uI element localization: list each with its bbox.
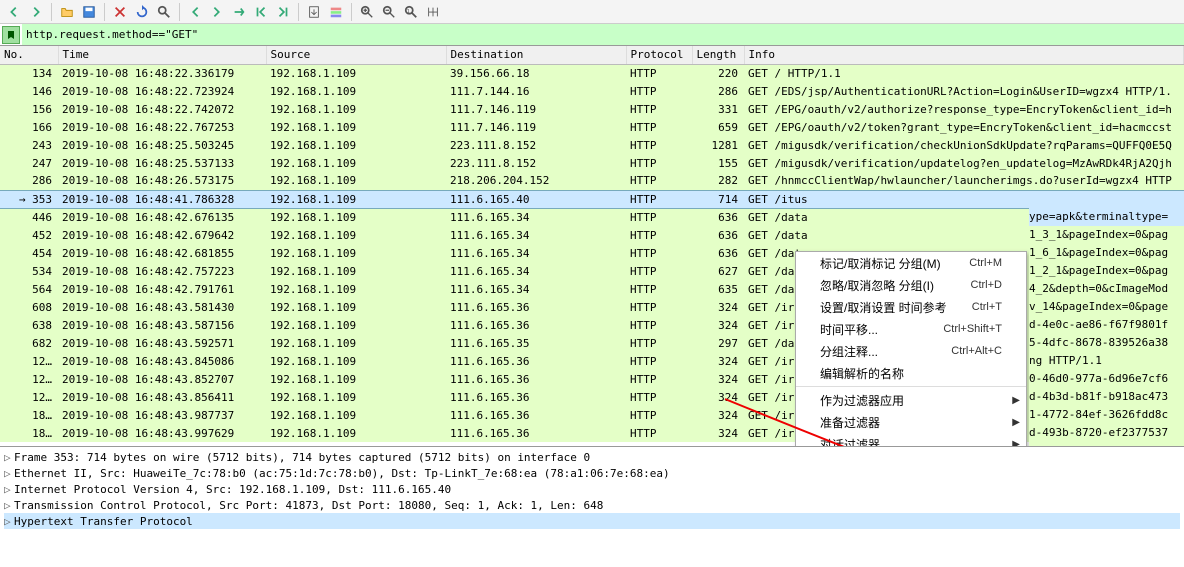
col-info[interactable]: Info [744,46,1184,64]
packet-row[interactable]: 2472019-10-08 16:48:25.537133192.168.1.1… [0,154,1184,172]
col-protocol[interactable]: Protocol [626,46,692,64]
detail-line[interactable]: ▷Internet Protocol Version 4, Src: 192.1… [4,481,1180,497]
forward-icon[interactable] [26,2,46,22]
zoom-out-icon[interactable] [379,2,399,22]
packet-info-tail: ype=apk&terminaltype= [1029,208,1184,226]
save-icon[interactable] [79,2,99,22]
packet-info-tail: d-4e0c-ae86-f67f9801f [1029,316,1184,334]
display-filter-input[interactable] [22,24,1184,45]
detail-line[interactable]: ▷Transmission Control Protocol, Src Port… [4,497,1180,513]
zoom-reset-icon[interactable]: 1 [401,2,421,22]
detail-line[interactable]: ▷Frame 353: 714 bytes on wire (5712 bits… [4,449,1180,465]
submenu-arrow-icon: ▶ [1012,395,1020,406]
go-next-icon[interactable] [207,2,227,22]
packet-row[interactable]: 2862019-10-08 16:48:26.573175192.168.1.1… [0,172,1184,190]
zoom-in-icon[interactable] [357,2,377,22]
close-icon[interactable] [110,2,130,22]
detail-line-selected[interactable]: ▷Hypertext Transfer Protocol [4,513,1180,529]
detail-line[interactable]: ▷Ethernet II, Src: HuaweiTe_7c:78:b0 (ac… [4,465,1180,481]
packet-row[interactable]: 2432019-10-08 16:48:25.503245192.168.1.1… [0,136,1184,154]
packet-info-tail: d-493b-8720-ef2377537 [1029,424,1184,442]
submenu-arrow-icon: ▶ [1012,417,1020,428]
col-length[interactable]: Length [692,46,744,64]
packet-info-tail: 2-4fb8-8835-e44e367b2 [1029,442,1184,446]
display-filter-bar [0,24,1184,46]
packet-row[interactable]: 1662019-10-08 16:48:22.767253192.168.1.1… [0,118,1184,136]
packet-row[interactable]: 4522019-10-08 16:48:42.679642192.168.1.1… [0,226,1184,244]
autoscroll-icon[interactable] [304,2,324,22]
packet-row[interactable]: 1562019-10-08 16:48:22.742072192.168.1.1… [0,100,1184,118]
context-menu-item[interactable]: 分组注释...Ctrl+Alt+C [796,340,1026,362]
packet-row[interactable]: 4462019-10-08 16:48:42.676135192.168.1.1… [0,208,1184,226]
packet-details-pane: ▷Frame 353: 714 bytes on wire (5712 bits… [0,446,1184,531]
packet-info-tail: 1-4772-84ef-3626fdd8c [1029,406,1184,424]
packet-list-pane: No. Time Source Destination Protocol Len… [0,46,1184,446]
packet-info-tail: 0-46d0-977a-6d96e7cf6 [1029,370,1184,388]
svg-text:1: 1 [407,8,410,14]
packet-info-tail: 1_3_1&pageIndex=0&pag [1029,226,1184,244]
colorize-icon[interactable] [326,2,346,22]
packet-info-tail: d-4b3d-b81f-b918ac473 [1029,388,1184,406]
packet-row[interactable]: 1462019-10-08 16:48:22.723924192.168.1.1… [0,82,1184,100]
packet-row[interactable]: → 3532019-10-08 16:48:41.786328192.168.1… [0,190,1184,208]
packet-row[interactable]: 1342019-10-08 16:48:22.336179192.168.1.1… [0,64,1184,82]
packet-info-tail: 4_2&depth=0&cImageMod [1029,280,1184,298]
context-menu-item[interactable]: 准备过滤器▶ [796,411,1026,433]
context-menu-item[interactable]: 忽略/取消忽略 分组(I)Ctrl+D [796,274,1026,296]
resize-columns-icon[interactable] [423,2,443,22]
packet-context-menu: 标记/取消标记 分组(M)Ctrl+M忽略/取消忽略 分组(I)Ctrl+D设置… [795,251,1027,446]
reload-icon[interactable] [132,2,152,22]
packet-info-tail: 5-4dfc-8678-839526a38 [1029,334,1184,352]
go-previous-icon[interactable] [185,2,205,22]
go-last-icon[interactable] [273,2,293,22]
packet-info-tail: 1_6_1&pageIndex=0&pag [1029,244,1184,262]
col-no[interactable]: No. [0,46,58,64]
bookmark-icon[interactable] [2,26,20,44]
context-menu-item[interactable]: 编辑解析的名称 [796,362,1026,384]
submenu-arrow-icon: ▶ [1012,439,1020,447]
context-menu-item[interactable]: 时间平移...Ctrl+Shift+T [796,318,1026,340]
col-time[interactable]: Time [58,46,266,64]
jump-icon[interactable] [229,2,249,22]
col-source[interactable]: Source [266,46,446,64]
context-menu-item[interactable]: 标记/取消标记 分组(M)Ctrl+M [796,252,1026,274]
packet-info-tail: v_14&pageIndex=0&page [1029,298,1184,316]
back-icon[interactable] [4,2,24,22]
search-icon[interactable] [154,2,174,22]
context-menu-item[interactable]: 作为过滤器应用▶ [796,389,1026,411]
col-destination[interactable]: Destination [446,46,626,64]
context-menu-item[interactable]: 对话过滤器▶ [796,433,1026,446]
go-first-icon[interactable] [251,2,271,22]
packet-header-row: No. Time Source Destination Protocol Len… [0,46,1184,64]
main-toolbar: 1 [0,0,1184,24]
context-menu-item[interactable]: 设置/取消设置 时间参考Ctrl+T [796,296,1026,318]
packet-info-tail: ng HTTP/1.1 [1029,352,1184,370]
folder-icon[interactable] [57,2,77,22]
packet-info-tail: 1_2_1&pageIndex=0&pag [1029,262,1184,280]
